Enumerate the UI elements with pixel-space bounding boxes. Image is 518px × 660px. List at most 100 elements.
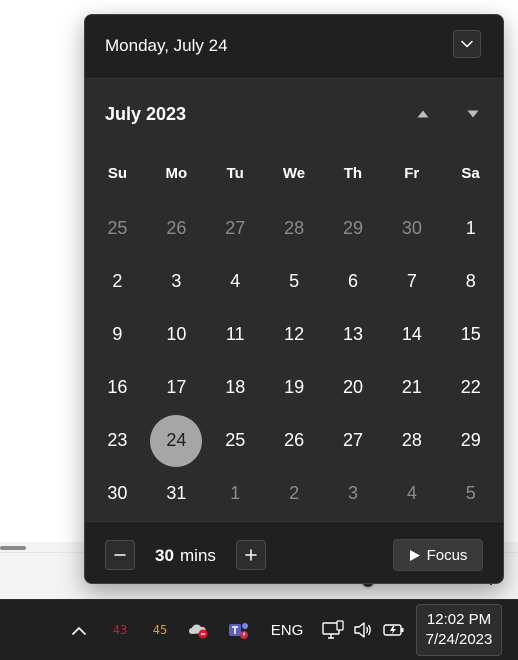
calendar-day[interactable]: 1 (441, 202, 500, 255)
calendar-day[interactable]: 23 (88, 414, 147, 467)
caret-up-icon (417, 110, 429, 118)
calendar-day[interactable]: 25 (88, 202, 147, 255)
calendar-day-number: 26 (166, 218, 187, 238)
calendar-day-today[interactable]: 24 (147, 414, 206, 467)
teams-icon[interactable] (226, 600, 252, 660)
calendar-day[interactable]: 22 (441, 361, 500, 414)
calendar-day[interactable]: 14 (382, 308, 441, 361)
calendar-day[interactable]: 5 (441, 467, 500, 520)
focus-minutes-unit: mins (180, 546, 216, 565)
calendar-day[interactable]: 12 (265, 308, 324, 361)
volume-icon[interactable] (352, 600, 374, 660)
calendar-day[interactable]: 11 (206, 308, 265, 361)
calendar-day[interactable]: 4 (382, 467, 441, 520)
calendar-day[interactable]: 26 (265, 414, 324, 467)
calendar-day-number: 3 (347, 483, 358, 503)
calendar-day-number: 29 (342, 218, 364, 238)
gpu-temperature-indicator[interactable]: 45 (148, 600, 172, 660)
calendar-day[interactable]: 9 (88, 308, 147, 361)
calendar-day-number: 9 (112, 324, 123, 344)
calendar-day-number: 27 (342, 430, 364, 450)
chevron-down-icon (461, 40, 473, 48)
calendar-day[interactable]: 21 (382, 361, 441, 414)
start-focus-button[interactable]: Focus (393, 539, 483, 571)
calendar-day[interactable]: 30 (88, 467, 147, 520)
play-icon (409, 549, 420, 561)
focus-minutes-value: 30 (155, 546, 174, 565)
calendar-day-number: 25 (107, 218, 128, 238)
calendar-day-number: 27 (225, 218, 246, 238)
calendar-day-number: 7 (406, 271, 417, 291)
show-hidden-icons-button[interactable] (66, 600, 92, 660)
focus-session-bar: 30 mins Focus (85, 523, 503, 583)
calendar-day[interactable]: 19 (265, 361, 324, 414)
calendar-day[interactable]: 17 (147, 361, 206, 414)
weekday-label: Th (343, 165, 363, 182)
calendar-day-number: 16 (107, 377, 128, 397)
calendar-day[interactable]: 18 (206, 361, 265, 414)
calendar-day-number: 10 (166, 324, 187, 344)
calendar-day-number: 6 (347, 271, 358, 291)
clock-date: 7/24/2023 (425, 631, 493, 648)
calendar-day-number: 2 (112, 271, 123, 291)
calendar-day[interactable]: 1 (206, 467, 265, 520)
calendar-day[interactable]: 6 (324, 255, 383, 308)
calendar-day[interactable]: 15 (441, 308, 500, 361)
calendar-day[interactable]: 25 (206, 414, 265, 467)
calendar-day-number: 5 (289, 271, 300, 291)
weekday-label: Fr (404, 165, 420, 182)
weekday-label: Sa (461, 165, 480, 182)
calendar-day[interactable]: 27 (206, 202, 265, 255)
clock-time: 12:02 PM (426, 611, 492, 628)
calendar-day[interactable]: 26 (147, 202, 206, 255)
calendar-day[interactable]: 8 (441, 255, 500, 308)
calendar-day[interactable]: 2 (88, 255, 147, 308)
network-icon[interactable] (321, 600, 345, 660)
onedrive-cloud-icon-graphic (189, 624, 208, 639)
onedrive-cloud-icon[interactable] (186, 600, 210, 660)
battery-icon[interactable] (382, 600, 406, 660)
collapse-calendar-button[interactable] (453, 30, 481, 58)
input-language-indicator[interactable]: ENG (266, 600, 308, 660)
calendar-day[interactable]: 16 (88, 361, 147, 414)
calendar-day[interactable]: 30 (382, 202, 441, 255)
calendar-day[interactable]: 2 (265, 467, 324, 520)
next-month-button[interactable] (461, 105, 485, 123)
calendar-day-number: 2 (289, 483, 300, 503)
previous-month-button[interactable] (411, 105, 435, 123)
calendar-day-number: 29 (460, 430, 481, 450)
calendar-day-number: 31 (166, 483, 187, 503)
increase-minutes-button[interactable] (236, 540, 266, 570)
calendar-day[interactable]: 10 (147, 308, 206, 361)
calendar-day[interactable]: 28 (382, 414, 441, 467)
calendar-flyout: Monday, July 24 July 2023 Su Mo Tu We Th… (84, 14, 504, 584)
calendar-day-number: 30 (401, 218, 422, 238)
calendar-day[interactable]: 27 (324, 414, 383, 467)
calendar-day[interactable]: 7 (382, 255, 441, 308)
calendar-day[interactable]: 31 (147, 467, 206, 520)
cpu-temperature-indicator[interactable]: 43 (108, 600, 132, 660)
calendar-day-number: 24 (150, 414, 203, 467)
calendar-day[interactable]: 28 (265, 202, 324, 255)
calendar-day[interactable]: 20 (324, 361, 383, 414)
calendar-day[interactable]: 5 (265, 255, 324, 308)
chevron-up-icon (72, 626, 86, 635)
decrease-minutes-button[interactable] (105, 540, 135, 570)
calendar-day[interactable]: 13 (324, 308, 383, 361)
calendar-day[interactable]: 3 (324, 467, 383, 520)
calendar-day-number: 22 (460, 377, 481, 397)
horizontal-scrollbar[interactable] (0, 546, 26, 550)
calendar-day-number: 4 (406, 483, 417, 503)
calendar-day-number: 4 (230, 271, 241, 291)
clock-button[interactable]: 12:02 PM 7/24/2023 (416, 604, 502, 656)
caret-down-icon (467, 110, 479, 118)
calendar-day[interactable]: 4 (206, 255, 265, 308)
calendar-day[interactable]: 29 (441, 414, 500, 467)
weekday-header-row: Su Mo Tu We Th Fr Sa (88, 165, 500, 182)
calendar-day[interactable]: 3 (147, 255, 206, 308)
month-title[interactable]: July 2023 (105, 104, 186, 125)
calendar-day[interactable]: 29 (324, 202, 383, 255)
calendar-day-number: 23 (107, 430, 128, 450)
calendar-day-number: 25 (225, 430, 246, 450)
calendar-day-number: 12 (284, 324, 305, 344)
